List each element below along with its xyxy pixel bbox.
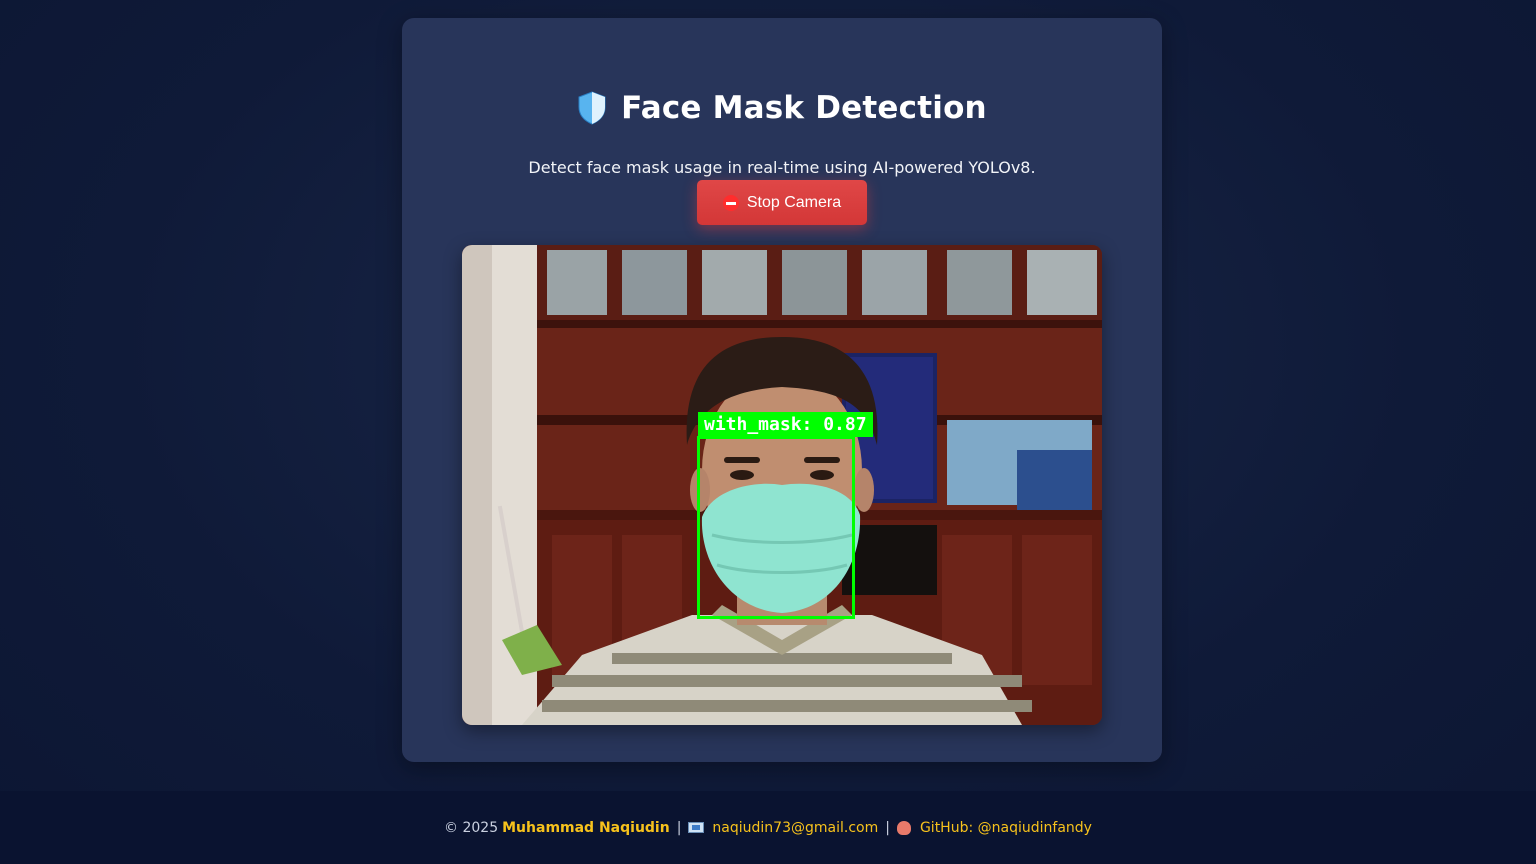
envelope-icon [688,822,705,833]
camera-feed: with_mask: 0.87 [462,245,1102,725]
email-link[interactable]: naqiudin73@gmail.com [712,820,878,836]
separator: | [676,819,682,836]
github-link[interactable]: GitHub: @naqiudinfandy [920,820,1092,836]
separator: | [885,819,890,836]
stop-camera-button[interactable]: Stop Camera [697,180,867,225]
author-name: Muhammad Naqiudin [502,819,670,836]
detection-box [697,436,855,619]
stop-camera-label: Stop Camera [746,193,842,211]
shield-icon [578,91,606,125]
title-row: Face Mask Detection [402,90,1162,126]
copyright-text: © 2025 [444,819,499,836]
page-title: Face Mask Detection [621,90,987,126]
main-card: Face Mask Detection Detect face mask usa… [402,18,1162,762]
page-subtitle: Detect face mask usage in real-time usin… [528,158,1036,177]
no-entry-icon [722,194,739,211]
octopus-icon [896,820,911,835]
footer: © 2025 Muhammad Naqiudin | naqiudin73@gm… [0,791,1536,864]
detection-label: with_mask: 0.87 [698,412,873,437]
